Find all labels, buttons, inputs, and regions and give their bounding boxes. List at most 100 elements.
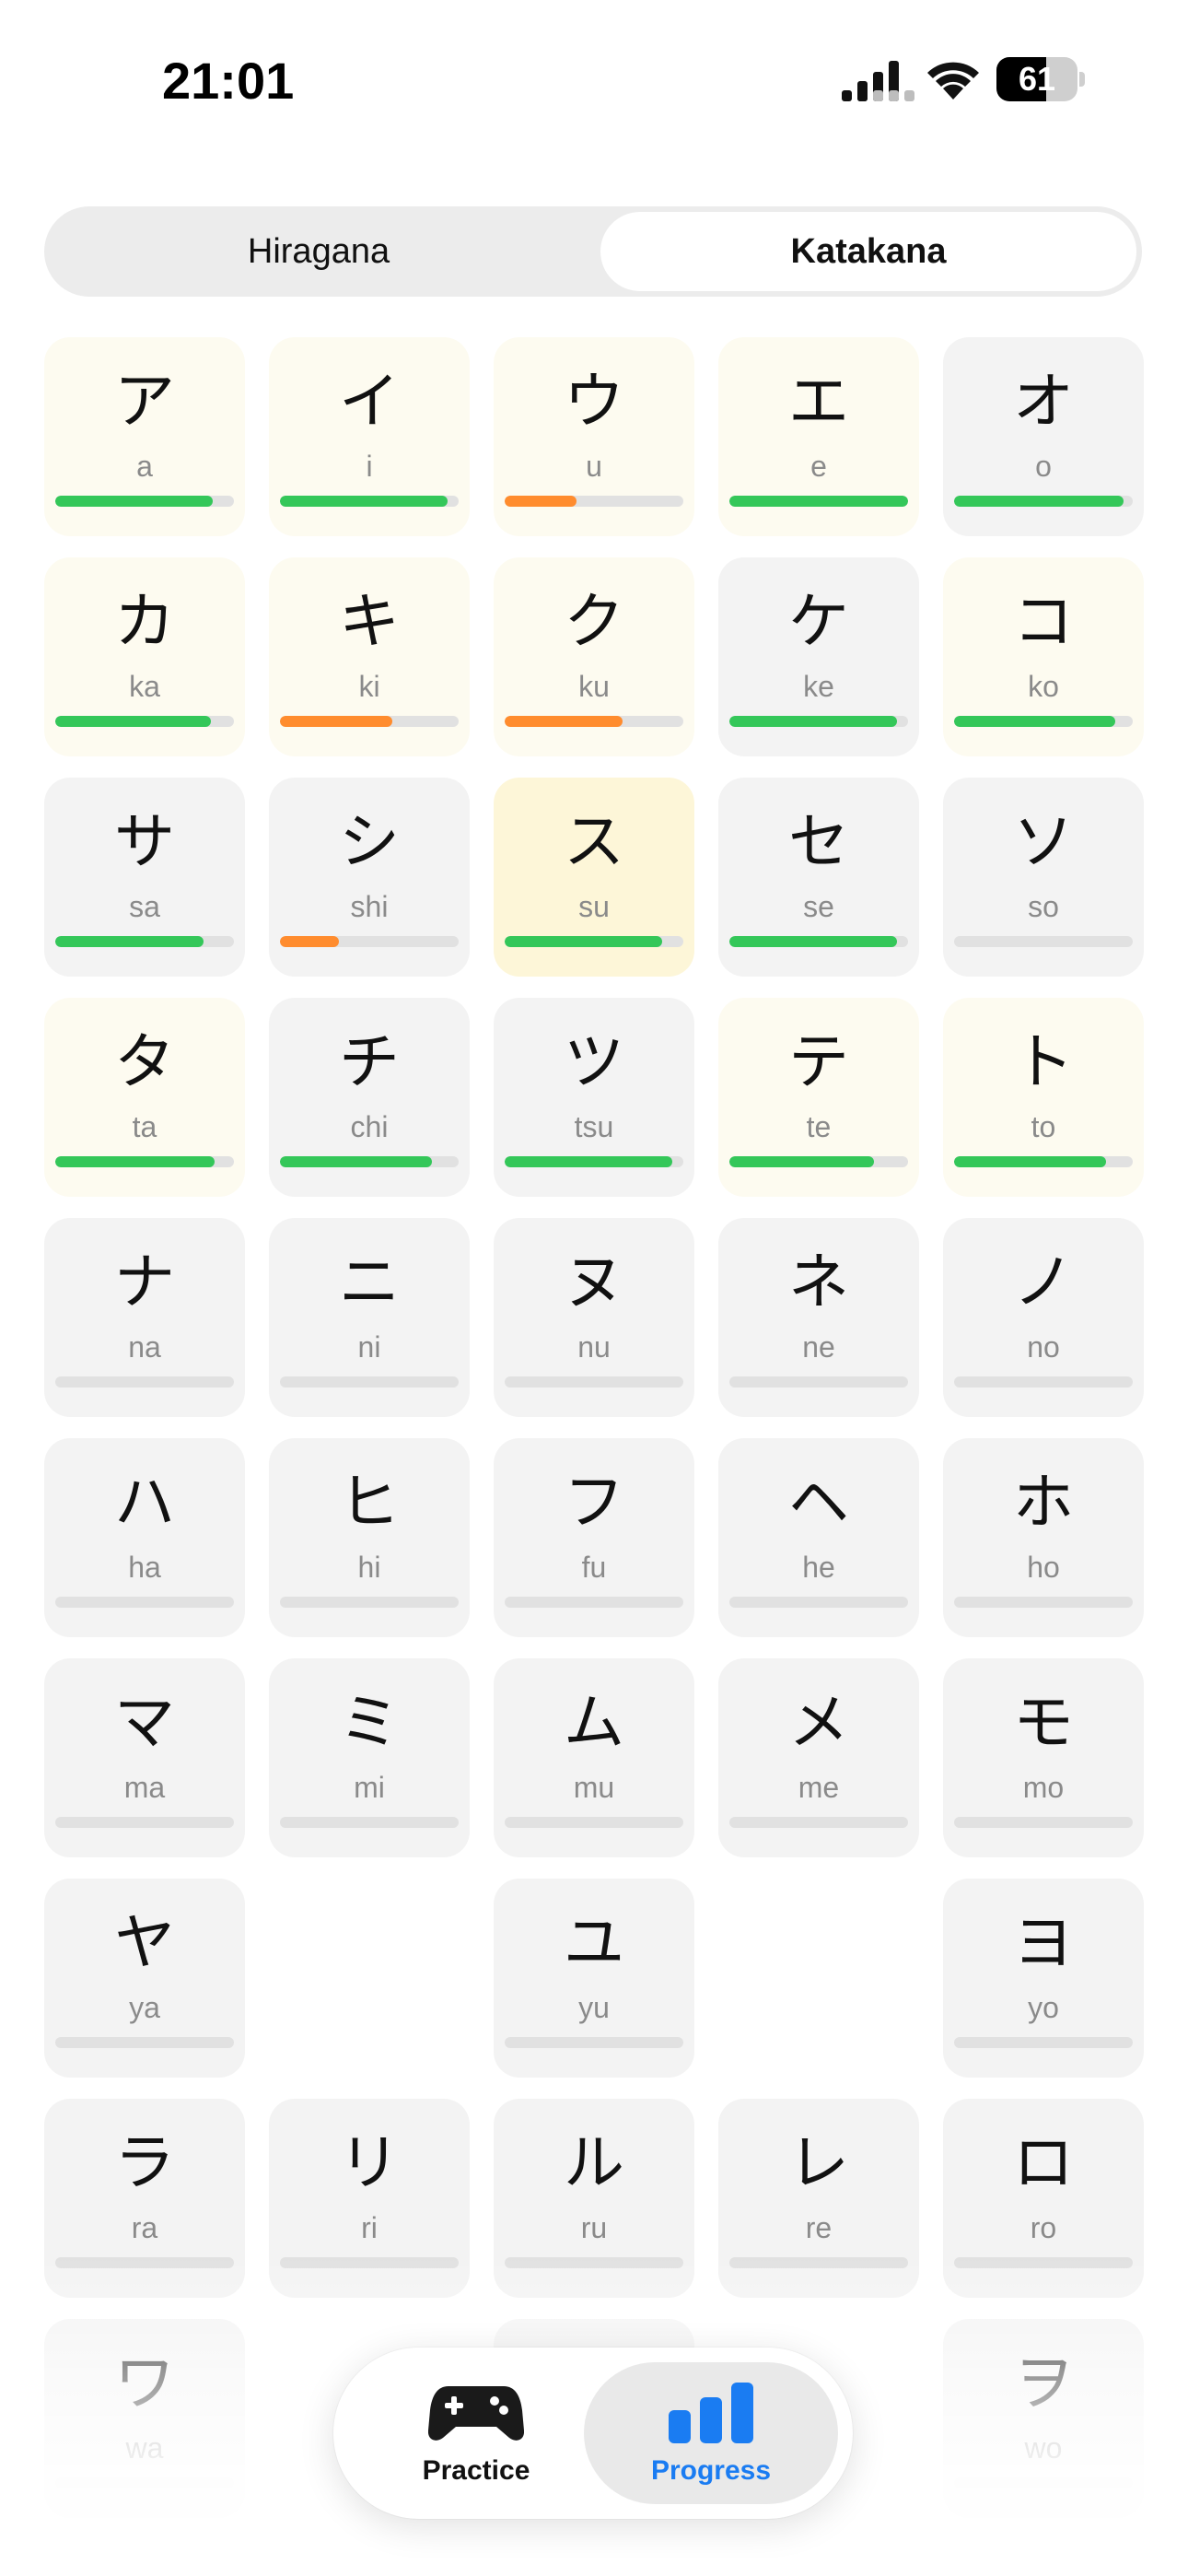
kana-card-e[interactable]: エe	[718, 337, 919, 536]
kana-romaji: mi	[354, 1771, 385, 1804]
kana-card-tsu[interactable]: ツ tsu	[494, 998, 694, 1197]
kana-card-ku[interactable]: ク ku	[494, 557, 694, 756]
progress-fill	[954, 496, 1124, 507]
kana-romaji: yu	[578, 1991, 610, 2024]
kana-card-nu[interactable]: ヌ nu	[494, 1218, 694, 1417]
kana-character: ヌ	[564, 1247, 624, 1317]
kana-card-yo[interactable]: ヨ yo	[943, 1879, 1144, 2078]
kana-character: ト	[1013, 1026, 1074, 1097]
kana-character: ワ	[114, 2348, 175, 2418]
kana-character: ユ	[564, 1907, 624, 1978]
kana-card-fu[interactable]: フ fu	[494, 1438, 694, 1637]
progress-bar	[280, 496, 459, 507]
kana-card-o[interactable]: オo	[943, 337, 1144, 536]
kana-card-na[interactable]: ナ na	[44, 1218, 245, 1417]
progress-bar	[280, 1817, 459, 1828]
kana-card-to[interactable]: ト to	[943, 998, 1144, 1197]
kana-romaji: re	[805, 2211, 833, 2244]
progress-bar	[729, 1376, 908, 1388]
kana-romaji: ku	[578, 670, 610, 703]
kana-card-mi[interactable]: ミ mi	[269, 1658, 470, 1857]
kana-card-ma[interactable]: マ ma	[44, 1658, 245, 1857]
progress-bar	[505, 2257, 683, 2268]
kana-character: ナ	[114, 1247, 175, 1317]
kana-card-ya[interactable]: ヤ ya	[44, 1879, 245, 2078]
kana-romaji: shi	[350, 890, 389, 923]
kana-card-se[interactable]: セ se	[718, 778, 919, 977]
progress-bar	[954, 716, 1133, 727]
kana-card-chi[interactable]: チ chi	[269, 998, 470, 1197]
kana-card-wa[interactable]: ワ wa	[44, 2319, 245, 2518]
kana-card-ra[interactable]: ラ ra	[44, 2099, 245, 2298]
kana-character: イ	[339, 366, 400, 437]
kana-card-yu[interactable]: ユ yu	[494, 1879, 694, 2078]
battery-percentage: 61	[1018, 60, 1056, 98]
tab-progress-label: Progress	[650, 2455, 772, 2486]
katakana-tab[interactable]: Katakana	[600, 212, 1136, 291]
kana-card-wo[interactable]: ヲ wo	[943, 2319, 1144, 2518]
kana-card-hi[interactable]: ヒ hi	[269, 1438, 470, 1637]
progress-bar	[954, 496, 1133, 507]
kana-card-ro[interactable]: ロ ro	[943, 2099, 1144, 2298]
kana-card-ki[interactable]: キ ki	[269, 557, 470, 756]
progress-bar	[954, 1156, 1133, 1167]
empty-cell	[718, 1879, 919, 2078]
kana-character: ニ	[339, 1247, 400, 1317]
kana-card-shi[interactable]: シ shi	[269, 778, 470, 977]
kana-card-ke[interactable]: ケ ke	[718, 557, 919, 756]
kana-character: コ	[1013, 586, 1074, 657]
kana-card-re[interactable]: レ re	[718, 2099, 919, 2298]
progress-bar	[729, 496, 908, 507]
kana-romaji: su	[578, 890, 610, 923]
kana-card-mu[interactable]: ム mu	[494, 1658, 694, 1857]
kana-card-ta[interactable]: タ ta	[44, 998, 245, 1197]
wifi-icon	[925, 57, 982, 100]
progress-bar	[280, 2257, 459, 2268]
kana-card-ni[interactable]: ニ ni	[269, 1218, 470, 1417]
progress-bar	[729, 1597, 908, 1608]
kana-card-ko[interactable]: コ ko	[943, 557, 1144, 756]
kana-card-te[interactable]: テ te	[718, 998, 919, 1197]
kana-character: リ	[339, 2127, 400, 2198]
progress-bar	[505, 936, 683, 947]
progress-fill	[55, 936, 204, 947]
kana-card-ho[interactable]: ホ ho	[943, 1438, 1144, 1637]
progress-bar	[505, 2037, 683, 2048]
kana-card-ri[interactable]: リ ri	[269, 2099, 470, 2298]
tab-progress[interactable]: Progress	[584, 2362, 838, 2504]
kana-card-su[interactable]: ス su	[494, 778, 694, 977]
kana-card-he[interactable]: ヘ he	[718, 1438, 919, 1637]
kana-romaji: e	[810, 450, 827, 483]
progress-fill	[55, 716, 211, 727]
kana-romaji: me	[798, 1771, 840, 1804]
kana-card-mo[interactable]: モ mo	[943, 1658, 1144, 1857]
kana-card-sa[interactable]: サ sa	[44, 778, 245, 977]
kana-character: テ	[788, 1026, 849, 1097]
progress-fill	[954, 1156, 1106, 1167]
kana-card-u[interactable]: ウu	[494, 337, 694, 536]
kana-character: モ	[1013, 1687, 1074, 1758]
progress-bar	[729, 1156, 908, 1167]
kana-card-ka[interactable]: カ ka	[44, 557, 245, 756]
kana-character: エ	[788, 366, 849, 437]
kana-card-ne[interactable]: ネ ne	[718, 1218, 919, 1417]
kana-card-ru[interactable]: ル ru	[494, 2099, 694, 2298]
progress-bar	[55, 1156, 234, 1167]
kana-card-me[interactable]: メ me	[718, 1658, 919, 1857]
kana-card-i[interactable]: イi	[269, 337, 470, 536]
tab-practice[interactable]: Practice	[354, 2362, 599, 2504]
empty-cell	[269, 1879, 470, 2078]
progress-bar	[505, 1376, 683, 1388]
kana-card-no[interactable]: ノ no	[943, 1218, 1144, 1417]
progress-fill	[280, 936, 339, 947]
kana-card-ha[interactable]: ハ ha	[44, 1438, 245, 1637]
kana-character: ソ	[1013, 806, 1074, 877]
kana-character: キ	[339, 586, 400, 657]
progress-bar	[55, 496, 234, 507]
kana-character: サ	[114, 806, 175, 877]
tab-practice-label: Practice	[422, 2455, 530, 2486]
progress-bar	[55, 2477, 234, 2488]
kana-card-so[interactable]: ソ so	[943, 778, 1144, 977]
kana-card-a[interactable]: アa	[44, 337, 245, 536]
hiragana-tab[interactable]: Hiragana	[50, 212, 588, 291]
